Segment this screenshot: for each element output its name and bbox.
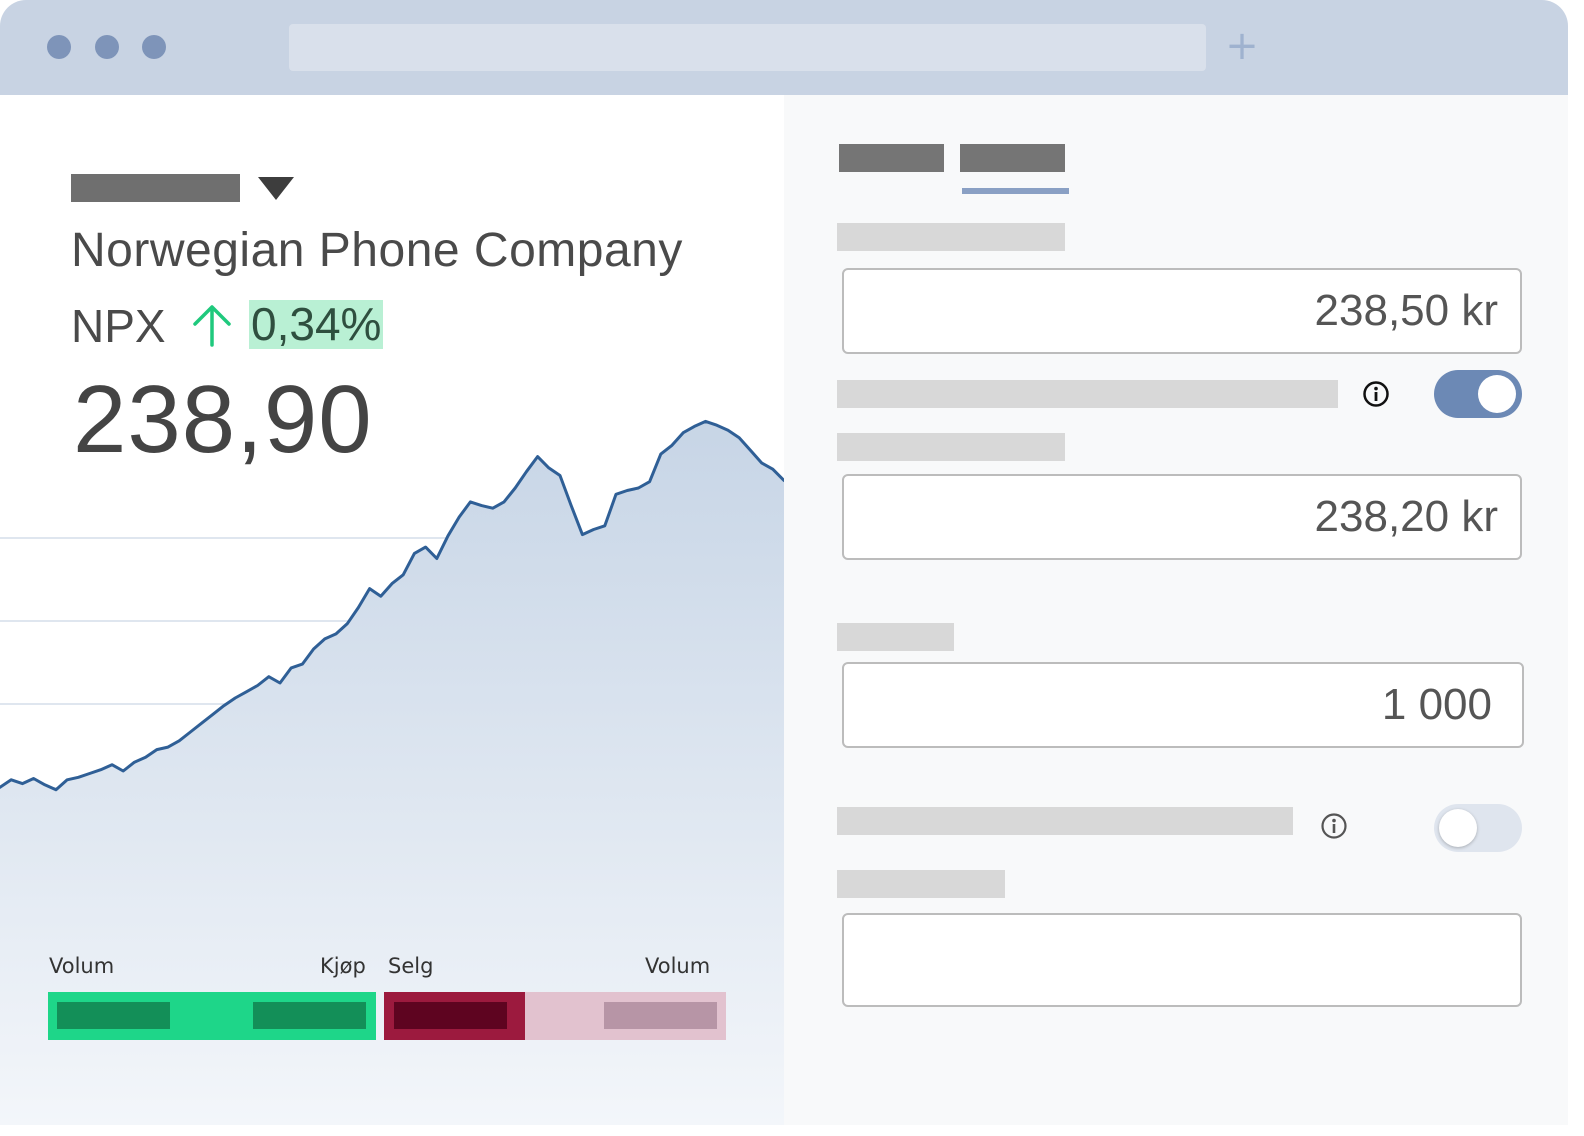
second-toggle[interactable] xyxy=(1434,804,1522,852)
tab-buy[interactable] xyxy=(839,144,944,172)
last-price: 238,90 xyxy=(73,366,373,473)
window-maximize-dot[interactable] xyxy=(142,35,166,59)
price-change-badge: 0,34% xyxy=(249,298,384,350)
address-bar[interactable] xyxy=(289,24,1206,71)
browser-window: + Norwegian Phone Company NPX 0,34% 238,… xyxy=(0,0,1568,1125)
buy-label: Kjøp xyxy=(320,954,366,978)
quantity-label xyxy=(837,623,954,651)
second-toggle-label xyxy=(837,807,1293,835)
info-icon[interactable] xyxy=(1320,812,1348,840)
browser-titlebar: + xyxy=(0,0,1568,95)
toggle-knob xyxy=(1478,375,1516,413)
limit-price-label xyxy=(837,223,1065,251)
new-tab-button[interactable]: + xyxy=(1222,24,1262,70)
limit-toggle[interactable] xyxy=(1434,370,1522,418)
instrument-selector[interactable] xyxy=(71,174,240,202)
sell-volume-cell xyxy=(604,1002,717,1029)
company-name: Norwegian Phone Company xyxy=(71,224,683,277)
notes-input[interactable] xyxy=(842,913,1522,1007)
info-icon[interactable] xyxy=(1362,380,1390,408)
trigger-price-label xyxy=(837,433,1065,461)
window-minimize-dot[interactable] xyxy=(95,35,119,59)
sell-price-cell xyxy=(394,1002,507,1029)
sell-label: Selg xyxy=(388,954,434,978)
trigger-price-input[interactable]: 238,20 kr xyxy=(842,474,1522,560)
arrow-up-icon xyxy=(193,305,231,347)
buy-volume-label: Volum xyxy=(49,954,115,978)
tab-sell[interactable] xyxy=(960,144,1065,172)
quantity-input[interactable]: 1 000 xyxy=(842,662,1524,748)
buy-price-cell xyxy=(253,1002,366,1029)
order-form-panel: 238,50 kr 238,20 kr 1 000 xyxy=(784,95,1568,1125)
limit-price-input[interactable]: 238,50 kr xyxy=(842,268,1522,354)
ticker-symbol: NPX xyxy=(71,300,166,352)
active-tab-indicator xyxy=(962,188,1069,194)
chevron-down-icon[interactable] xyxy=(258,177,294,200)
buy-volume-cell xyxy=(57,1002,170,1029)
limit-toggle-label xyxy=(837,380,1338,408)
stock-panel: Norwegian Phone Company NPX 0,34% 238,90… xyxy=(0,95,784,1125)
window-close-dot[interactable] xyxy=(47,35,71,59)
notes-label xyxy=(837,870,1005,898)
sell-volume-label: Volum xyxy=(645,954,711,978)
toggle-knob xyxy=(1439,809,1477,847)
